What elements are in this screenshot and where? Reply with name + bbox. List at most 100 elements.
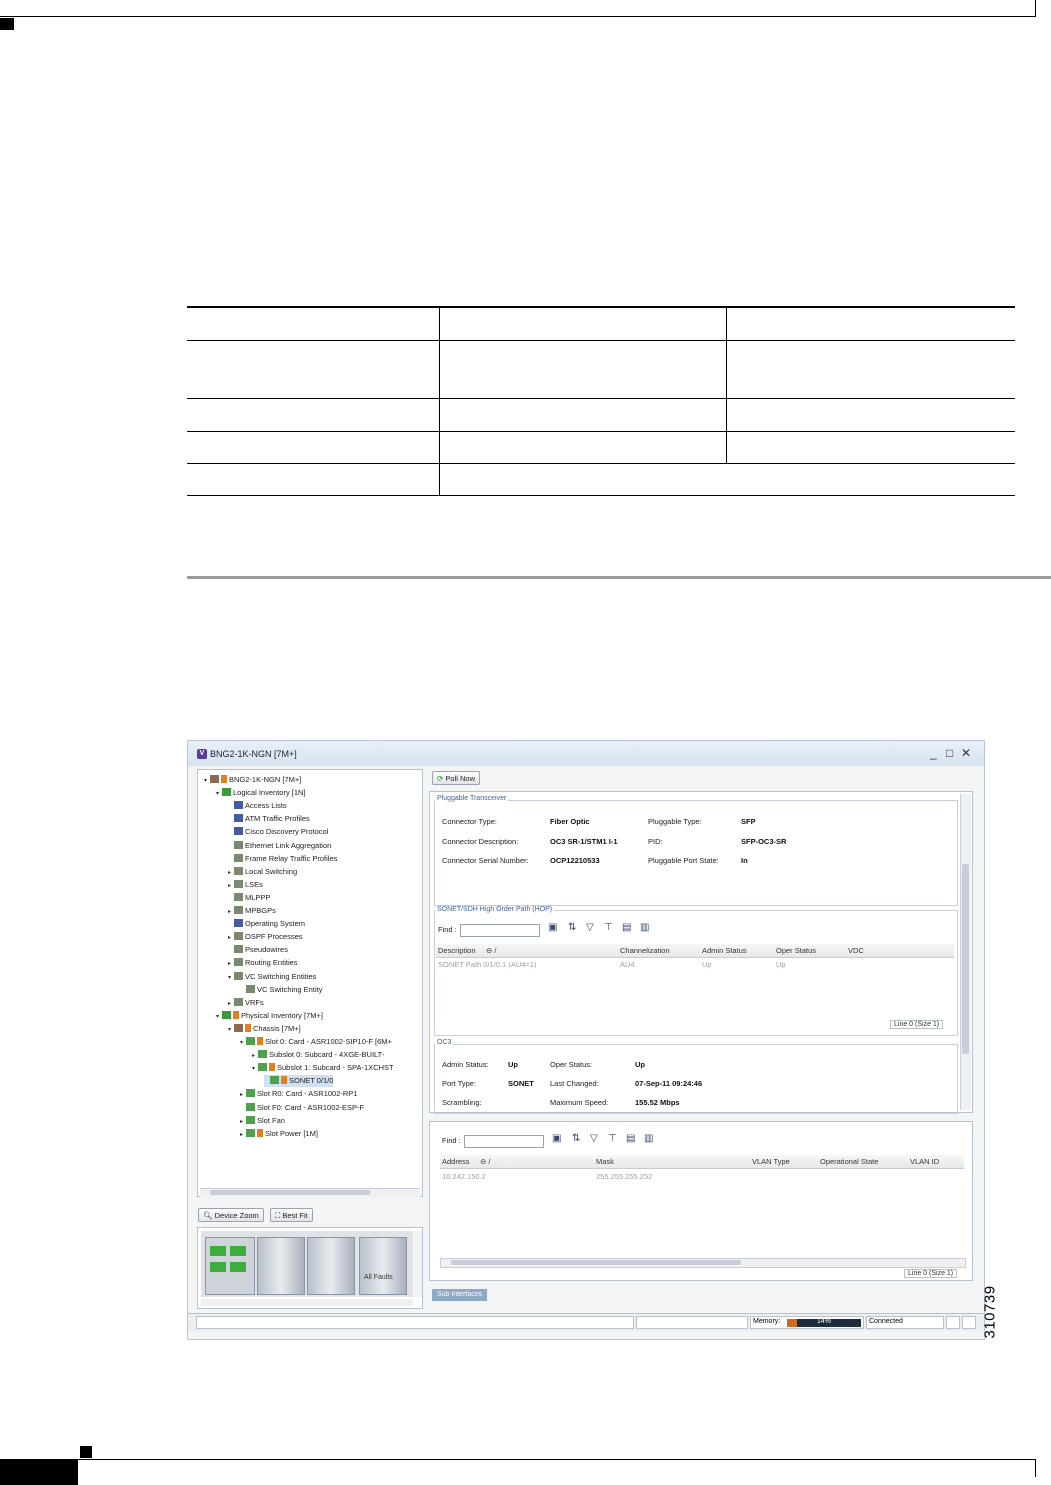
filter-icon[interactable]: ▽ [586,922,594,933]
save-icon[interactable]: ▣ [552,1133,561,1144]
details-panel: Pluggable Transceiver Connector Type: Fi… [429,791,973,1114]
device-zoom-button[interactable]: 🔍︎ Device Zoom [198,1208,264,1222]
serial-number-label: Connector Serial Number: [442,856,529,865]
minimize-button[interactable]: _ [930,746,937,760]
tree-item[interactable]: ▾ Slot 0: Card - ASR1002-SIP10-F [6M+ [240,1036,392,1048]
columns-icon[interactable]: ▤ [622,922,631,933]
tree-node-icon [246,1128,255,1137]
ip-col-mask[interactable]: Mask [596,1157,614,1166]
chassis-slot[interactable] [307,1237,355,1295]
tree-item[interactable]: ▾ VC Switching Entities [228,971,316,983]
tree-item[interactable]: ▸ Slot Fan [240,1115,285,1127]
tree-item[interactable]: Frame Relay Traffic Profiles [228,853,337,865]
chassis-slot[interactable] [205,1237,255,1295]
tree-item[interactable]: SONET 0/1/0 [264,1075,334,1088]
clear-filter-icon[interactable]: ⊤ [604,922,613,933]
tree-item[interactable]: ▸ Subslot 0: Subcard - 4XGE-BUILT- [252,1049,384,1061]
ip-table-header: Address ⊖ / Mask VLAN Type Operational S… [440,1155,964,1169]
tree-item[interactable]: ▸ OSPF Processes [228,931,303,943]
chassis-slot[interactable]: All Faults [359,1237,407,1295]
memory-percent-text: 14% [816,1318,831,1325]
ip-col-vlan-id[interactable]: VLAN ID [910,1157,939,1166]
hop-col-description[interactable]: Description [438,946,476,955]
tree-item[interactable]: Access Lists [228,800,287,812]
ip-col-vlan-type[interactable]: VLAN Type [752,1157,790,1166]
tree-item[interactable]: Pseudowires [228,944,288,956]
tree-item[interactable]: Slot F0: Card - ASR1002-ESP-F [240,1102,364,1114]
tab-sub-interfaces[interactable]: Sub Interfaces [432,1289,488,1301]
details-vertical-scrollbar[interactable] [960,794,971,1110]
ip-horizontal-scrollbar[interactable] [440,1258,966,1268]
hop-col-channelization[interactable]: Channelization [620,946,670,955]
best-fit-button[interactable]: ⛶ Best Fit [270,1208,313,1222]
tree-item[interactable]: ▾ Subslot 1: Subcard - SPA-1XCHST [252,1062,394,1074]
table-row[interactable]: 10.242.150.2 255.255.255.252 [440,1172,964,1184]
tree-node-icon [246,1115,255,1124]
table-row[interactable]: SONET Path 0/1/0.1 (AU4=1) AU4 Up Up [436,960,954,972]
hop-col-oper-status[interactable]: Oper Status [776,946,816,955]
hop-find-input[interactable] [460,924,540,937]
chassis-image[interactable]: All Faults [201,1231,413,1297]
tree-horizontal-scrollbar[interactable] [200,1188,420,1197]
pluggable-type-label: Pluggable Type: [648,817,702,826]
filter-icon[interactable]: ▽ [590,1133,598,1144]
tree-item-label: Slot 0: Card - ASR1002-SIP10-F [6M+ [265,1037,392,1046]
tree-item[interactable]: ▾ Logical Inventory [1N] [216,787,306,799]
tree-item[interactable]: ▸ VRFs [228,997,264,1009]
tree-item-label: Operating System [245,919,306,929]
maximize-button[interactable]: □ [946,746,953,760]
tree-item[interactable]: ▾ Physical Inventory [7M+] [216,1010,323,1022]
tree-item[interactable]: ▾ BNG2-1K-NGN [7M+] [204,774,301,786]
tree-node-icon [234,919,243,928]
port-led [230,1262,246,1272]
clear-filter-icon[interactable]: ⊤ [608,1133,617,1144]
tree-item[interactable]: Ethernet Link Aggregation [228,840,331,852]
tree-item[interactable]: ▸ LSEs [228,879,263,891]
tree-item[interactable]: ▸ Routing Entities [228,957,298,969]
columns-icon[interactable]: ▤ [626,1133,635,1144]
chassis-horizontal-scrollbar[interactable] [201,1299,413,1306]
close-button[interactable]: ✕ [961,746,971,760]
port-state-value: In [741,856,748,865]
chassis-slot[interactable] [257,1237,305,1295]
save-icon[interactable]: ▣ [548,922,557,933]
hop-col-admin-status[interactable]: Admin Status [702,946,747,955]
tree-node-icon [234,801,243,810]
tree-item[interactable]: Operating System [228,918,305,930]
export-icon[interactable]: ▥ [640,922,649,933]
app-logo-icon: V [197,749,207,759]
ip-find-input[interactable] [464,1135,544,1148]
ip-col-address[interactable]: Address [442,1157,470,1166]
tree-item[interactable]: Cisco Discovery Protocol [228,826,328,838]
poll-now-button[interactable]: ⟳ Poll Now [432,771,480,785]
table-top-rule [187,306,1015,308]
table-row-rule [187,463,1015,464]
last-changed-value: 07-Sep-11 09:24:46 [635,1079,703,1088]
tree-item[interactable]: ▸ Slot R0: Card - ASR1002-RP1 [240,1088,357,1100]
sort-icon[interactable]: ⇅ [568,922,576,933]
scrollbar-thumb[interactable] [962,864,969,1054]
tree-item[interactable]: ▾ Chassis [7M+] [228,1023,301,1035]
tree-node-icon [234,866,243,875]
chassis-vertical-scrollbar[interactable] [414,1231,422,1297]
tree-node-icon [234,971,243,980]
export-icon[interactable]: ▥ [644,1133,653,1144]
tree-node-icon [246,1089,255,1098]
scrollbar-thumb[interactable] [210,1190,370,1195]
hop-col-vdc[interactable]: VDC [848,946,864,955]
tree-item-label: VRFs [245,997,264,1007]
tree-item[interactable]: MLPPP [228,892,270,904]
ip-col-operational-state[interactable]: Operational State [820,1157,878,1166]
magnifier-icon: 🔍︎ [203,1211,213,1220]
tree-item[interactable]: ▸ MPBGPs [228,905,276,917]
header-marker [0,18,14,30]
scrollbar-thumb[interactable] [451,1260,741,1265]
tree-item[interactable]: ▸ Slot Power [1M] [240,1128,318,1140]
tree-item-label: Access Lists [245,801,287,811]
status-bar: Memory: 14% Connected [188,1313,984,1331]
tree-item[interactable]: ▸ Local Switching [228,866,297,878]
sort-icon[interactable]: ⇅ [572,1133,580,1144]
refresh-icon: ⟳ [437,774,444,783]
tree-item[interactable]: VC Switching Entity [240,984,322,996]
tree-item[interactable]: ATM Traffic Profiles [228,813,310,825]
